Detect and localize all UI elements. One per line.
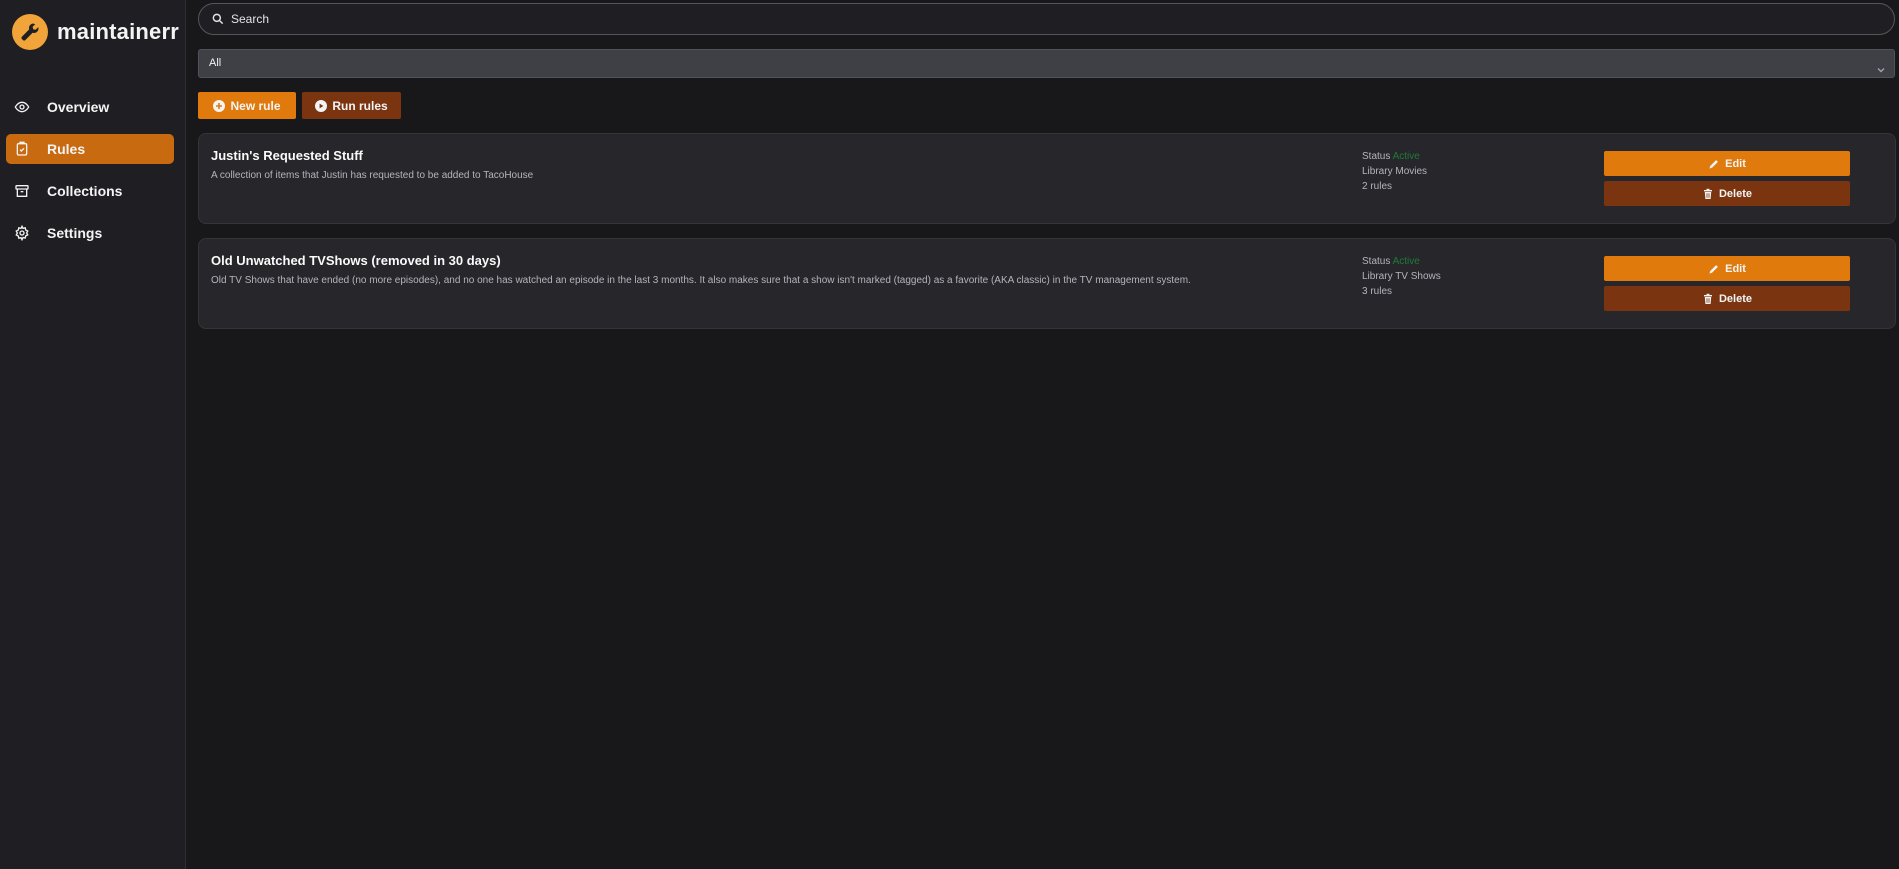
sidebar-item-label: Overview	[47, 99, 110, 115]
library-value: Movies	[1395, 166, 1428, 177]
rule-library: Library Movies	[1362, 164, 1427, 179]
rule-count: 3 rules	[1362, 286, 1393, 297]
rule-actions: New rule Run rules	[198, 92, 1895, 119]
edit-label: Edit	[1725, 157, 1746, 170]
sidebar-item-label: Settings	[47, 225, 103, 241]
app-name: maintainerr	[57, 19, 180, 44]
new-rule-label: New rule	[230, 98, 281, 113]
sidebar-item-collections[interactable]: Collections	[6, 176, 174, 206]
sidebar-item-settings[interactable]: Settings	[6, 218, 174, 248]
rule-title: Justin's Requested Stuff	[211, 148, 363, 163]
library-filter-select[interactable]: All	[198, 49, 1895, 78]
status-label: Status	[1362, 256, 1391, 267]
clipboard-check-icon	[14, 141, 30, 157]
rule-title: Old Unwatched TVShows (removed in 30 day…	[211, 253, 501, 268]
wrench-logo-icon	[12, 14, 48, 50]
new-rule-button[interactable]: New rule	[198, 92, 296, 119]
rule-description: A collection of items that Justin has re…	[211, 170, 534, 181]
rule-status: Status Active	[1362, 149, 1427, 164]
trash-icon	[1702, 188, 1714, 200]
delete-label: Delete	[1718, 187, 1753, 200]
gear-icon	[14, 225, 30, 241]
rule-library: Library TV Shows	[1362, 269, 1441, 284]
chevron-down-icon	[1876, 59, 1886, 73]
library-label: Library	[1362, 271, 1393, 282]
edit-button[interactable]: Edit	[1604, 256, 1850, 281]
rule-status: Status Active	[1362, 254, 1441, 269]
pencil-icon	[1708, 263, 1720, 275]
rule-meta: Status Active Library Movies 2 rules	[1362, 149, 1427, 194]
rule-card: Old Unwatched TVShows (removed in 30 day…	[198, 238, 1896, 329]
sidebar-item-label: Rules	[47, 141, 86, 157]
sidebar-nav: Overview Rules Collections Settings	[6, 92, 174, 260]
pencil-icon	[1708, 158, 1720, 170]
search-input[interactable]	[229, 4, 1829, 34]
trash-icon	[1702, 293, 1714, 305]
sidebar-item-overview[interactable]: Overview	[6, 92, 174, 122]
rule-card: Justin's Requested Stuff A collection of…	[198, 133, 1896, 224]
run-rules-label: Run rules	[332, 98, 388, 113]
edit-button[interactable]: Edit	[1604, 151, 1850, 176]
main-content: All New rule Run rules Justin's Requeste…	[198, 3, 1896, 329]
delete-label: Delete	[1718, 292, 1753, 305]
search-icon	[211, 12, 225, 26]
run-rules-button[interactable]: Run rules	[302, 92, 401, 119]
library-value: TV Shows	[1395, 271, 1441, 282]
eye-icon	[14, 99, 30, 115]
status-value: Active	[1392, 151, 1420, 162]
rule-card-actions: Edit Delete	[1604, 151, 1850, 206]
archive-icon	[14, 183, 30, 199]
sidebar: maintainerr Overview Rules Collections S…	[0, 0, 186, 869]
edit-label: Edit	[1725, 262, 1746, 275]
library-filter-value: All	[209, 57, 222, 69]
rule-count: 2 rules	[1362, 181, 1393, 192]
library-label: Library	[1362, 166, 1393, 177]
plus-circle-icon	[213, 99, 226, 112]
status-value: Active	[1392, 256, 1420, 267]
delete-button[interactable]: Delete	[1604, 286, 1850, 311]
search-bar[interactable]	[198, 3, 1895, 35]
sidebar-item-label: Collections	[47, 183, 123, 199]
rule-meta: Status Active Library TV Shows 3 rules	[1362, 254, 1441, 299]
status-label: Status	[1362, 151, 1391, 162]
brand[interactable]: maintainerr	[12, 14, 179, 50]
delete-button[interactable]: Delete	[1604, 181, 1850, 206]
rule-description: Old TV Shows that have ended (no more ep…	[211, 275, 1191, 286]
sidebar-item-rules[interactable]: Rules	[6, 134, 174, 164]
play-circle-icon	[315, 99, 328, 112]
rule-card-actions: Edit Delete	[1604, 256, 1850, 311]
